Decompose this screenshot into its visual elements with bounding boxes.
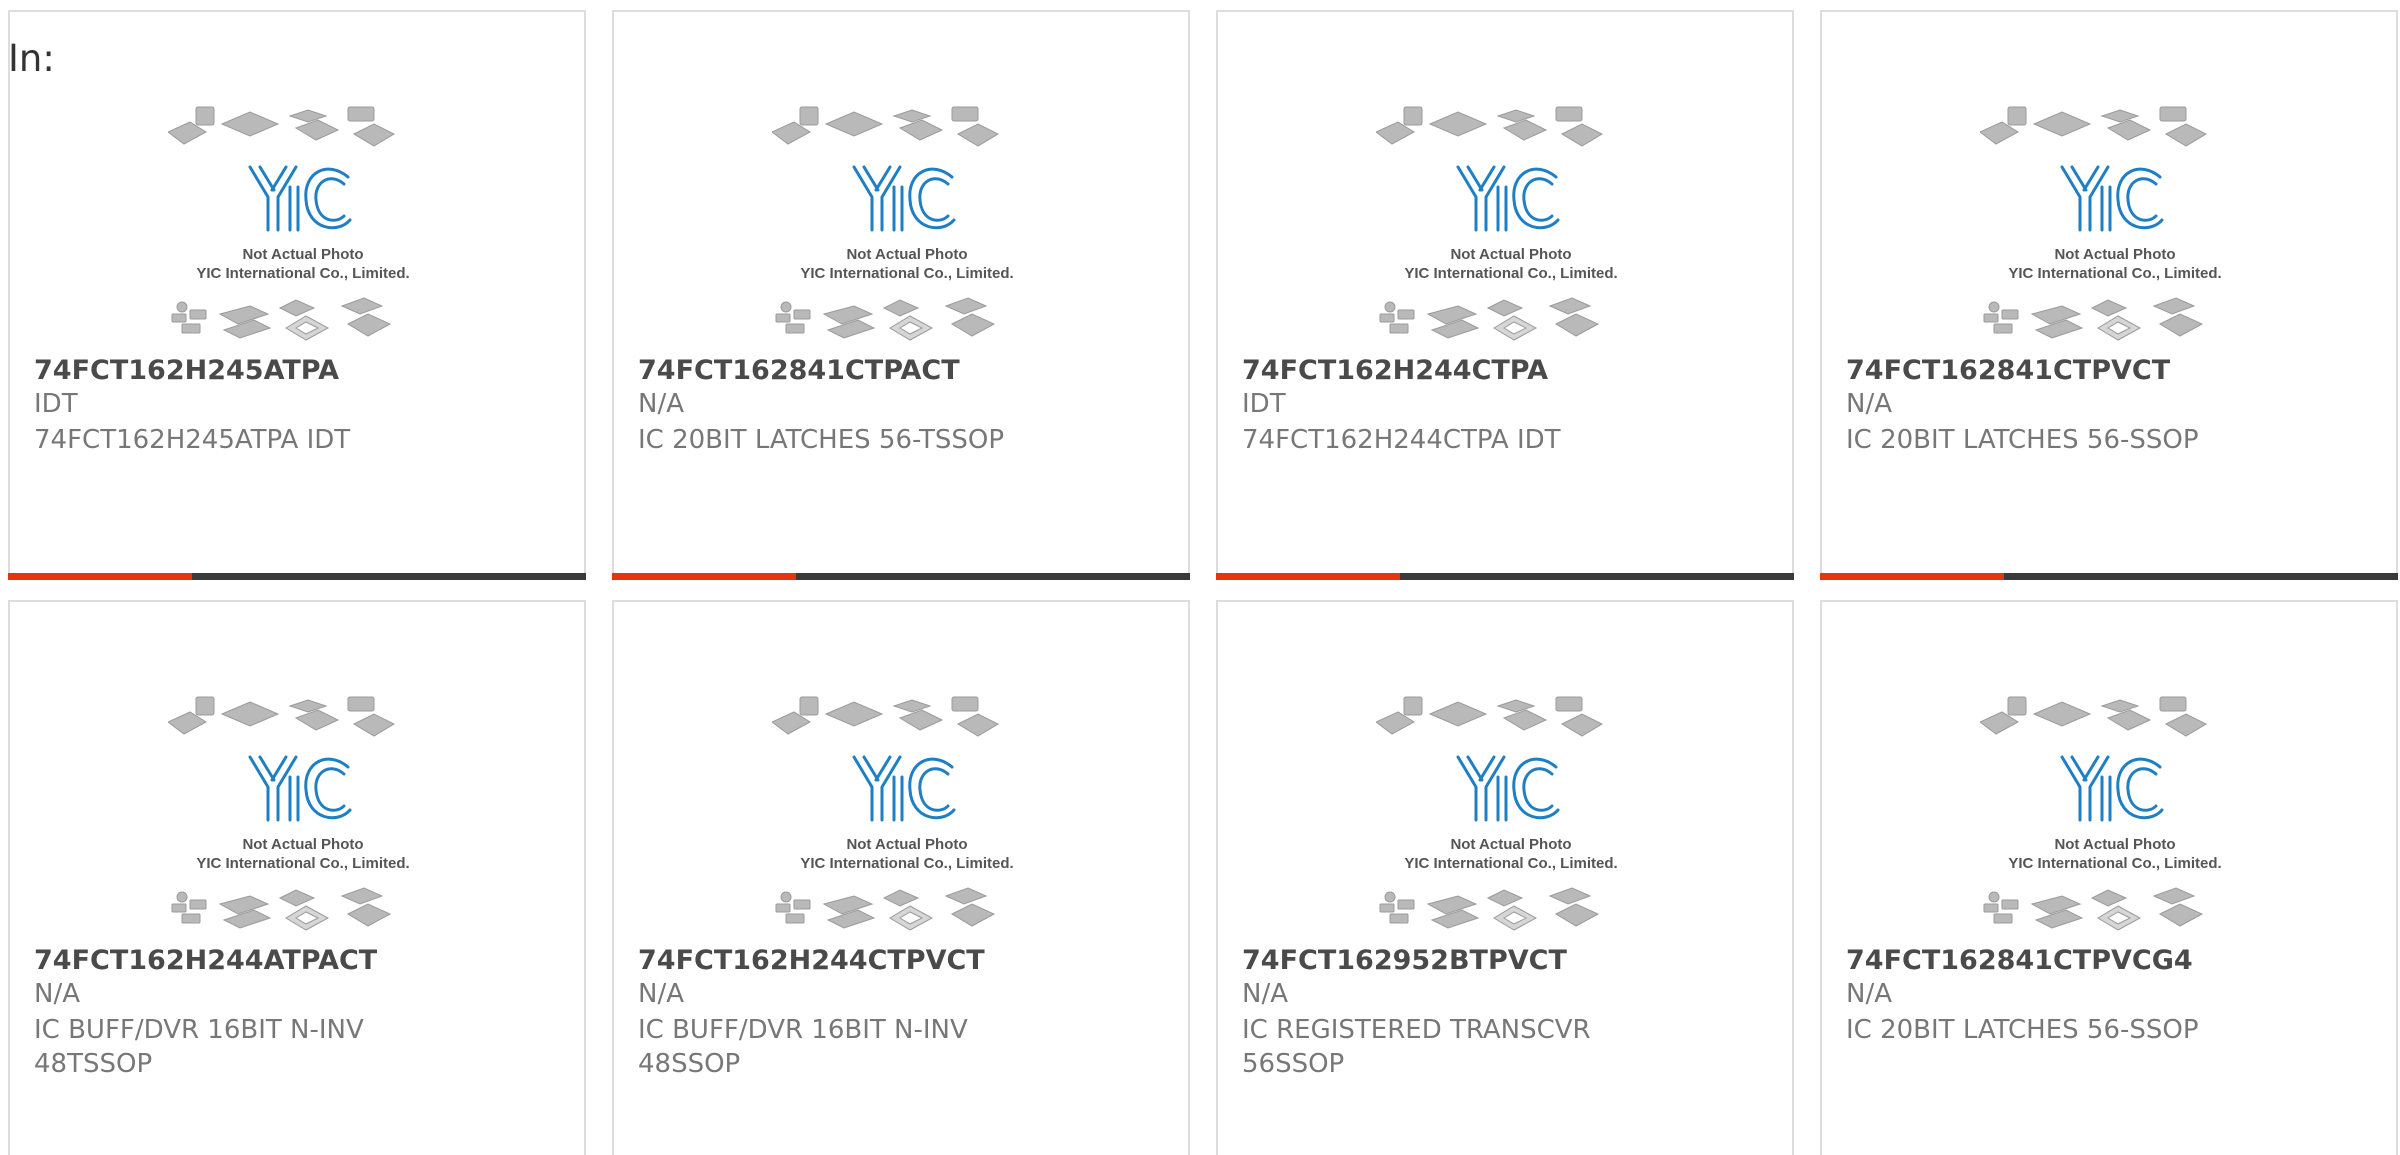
product-card[interactable]: Not Actual Photo YIC International Co., …	[612, 10, 1190, 580]
product-description: IC REGISTERED TRANSCVR 56SSOP	[1242, 1015, 1591, 1079]
photo-caption-line2: YIC International Co., Limited.	[196, 265, 409, 282]
product-description: IC BUFF/DVR 16BIT N-INV 48SSOP	[638, 1015, 968, 1079]
chip-icons-bottom	[171, 887, 392, 931]
product-manufacturer: IDT	[1242, 389, 1286, 419]
photo-caption-line1: Not Actual Photo	[2054, 836, 2175, 853]
product-grid: Not Actual Photo YIC International Co., …	[8, 10, 2400, 1155]
photo-caption-line2: YIC International Co., Limited.	[1404, 855, 1617, 872]
product-manufacturer: N/A	[638, 389, 684, 419]
product-manufacturer: N/A	[1846, 979, 1892, 1009]
product-part-number[interactable]: 74FCT162H244CTPVCT	[638, 945, 985, 976]
product-photo-placeholder: Not Actual Photo YIC International Co., …	[1980, 102, 2250, 347]
chip-icons-top	[168, 696, 396, 737]
chip-icons-bottom	[775, 887, 996, 931]
chip-icons-bottom	[775, 297, 996, 341]
photo-caption-line1: Not Actual Photo	[2054, 246, 2175, 263]
photo-caption-line2: YIC International Co., Limited.	[800, 855, 1013, 872]
yic-logo	[1456, 755, 1560, 822]
product-card[interactable]: Not Actual Photo YIC International Co., …	[1820, 600, 2398, 1155]
product-manufacturer: N/A	[34, 979, 80, 1009]
chip-icons-bottom	[1983, 297, 2204, 341]
product-card[interactable]: Not Actual Photo YIC International Co., …	[1216, 10, 1794, 580]
product-description: IC 20BIT LATCHES 56-SSOP	[1846, 425, 2199, 455]
product-card[interactable]: Not Actual Photo YIC International Co., …	[8, 10, 586, 580]
product-part-number[interactable]: 74FCT162952BTPVCT	[1242, 945, 1567, 976]
photo-caption-line2: YIC International Co., Limited.	[2008, 265, 2221, 282]
yic-logo	[852, 165, 956, 232]
product-card[interactable]: Not Actual Photo YIC International Co., …	[1216, 600, 1794, 1155]
product-photo-placeholder: Not Actual Photo YIC International Co., …	[772, 102, 1042, 347]
product-photo-placeholder: Not Actual Photo YIC International Co., …	[168, 102, 438, 347]
product-photo-placeholder: Not Actual Photo YIC International Co., …	[772, 692, 1042, 937]
product-card[interactable]: Not Actual Photo YIC International Co., …	[8, 600, 586, 1155]
product-part-number[interactable]: 74FCT162H245ATPA	[34, 355, 339, 386]
yic-logo	[2060, 755, 2164, 822]
chip-icons-bottom	[1983, 887, 2204, 931]
chip-icons-top	[1980, 106, 2208, 147]
product-manufacturer: IDT	[34, 389, 78, 419]
product-description: IC 20BIT LATCHES 56-TSSOP	[638, 425, 1005, 455]
product-photo-placeholder: Not Actual Photo YIC International Co., …	[168, 692, 438, 937]
card-bottom-bar	[8, 573, 586, 580]
chip-icons-bottom	[171, 297, 392, 341]
photo-caption-line1: Not Actual Photo	[1450, 246, 1571, 263]
chip-icons-top	[168, 106, 396, 147]
yic-logo	[1456, 165, 1560, 232]
yic-logo	[852, 755, 956, 822]
photo-caption-line1: Not Actual Photo	[846, 836, 967, 853]
product-part-number[interactable]: 74FCT162H244CTPA	[1242, 355, 1548, 386]
photo-caption-line1: Not Actual Photo	[242, 836, 363, 853]
product-card[interactable]: Not Actual Photo YIC International Co., …	[1820, 10, 2398, 580]
photo-caption-line1: Not Actual Photo	[1450, 836, 1571, 853]
product-part-number[interactable]: 74FCT162H244ATPACT	[34, 945, 377, 976]
product-description: IC BUFF/DVR 16BIT N-INV 48TSSOP	[34, 1015, 364, 1079]
card-bottom-bar	[1216, 573, 1794, 580]
chip-icons-top	[772, 696, 1000, 737]
card-bottom-bar-accent	[1216, 573, 1400, 580]
product-part-number[interactable]: 74FCT162841CTPVCG4	[1846, 945, 2193, 976]
card-bottom-bar	[612, 573, 1190, 580]
photo-caption-line2: YIC International Co., Limited.	[2008, 855, 2221, 872]
product-photo-placeholder: Not Actual Photo YIC International Co., …	[1980, 692, 2250, 937]
photo-caption-line1: Not Actual Photo	[846, 246, 967, 263]
page: In: Not Actual Photo YIC International C…	[0, 0, 2400, 1155]
yic-logo	[248, 755, 352, 822]
chip-icons-top	[1980, 696, 2208, 737]
product-photo-placeholder: Not Actual Photo YIC International Co., …	[1376, 102, 1646, 347]
card-bottom-bar	[1820, 573, 2398, 580]
photo-caption-line2: YIC International Co., Limited.	[1404, 265, 1617, 282]
product-part-number[interactable]: 74FCT162841CTPACT	[638, 355, 960, 386]
photo-caption-line1: Not Actual Photo	[242, 246, 363, 263]
card-bottom-bar-accent	[612, 573, 796, 580]
yic-logo	[2060, 165, 2164, 232]
product-description: IC 20BIT LATCHES 56-SSOP	[1846, 1015, 2199, 1045]
chip-icons-bottom	[1379, 887, 1600, 931]
section-heading: In:	[8, 37, 55, 80]
photo-caption-line2: YIC International Co., Limited.	[800, 265, 1013, 282]
card-bottom-bar-accent	[1820, 573, 2004, 580]
chip-icons-top	[1376, 106, 1604, 147]
product-description: 74FCT162H244CTPA IDT	[1242, 425, 1561, 455]
product-part-number[interactable]: 74FCT162841CTPVCT	[1846, 355, 2170, 386]
photo-caption-line2: YIC International Co., Limited.	[196, 855, 409, 872]
product-card[interactable]: Not Actual Photo YIC International Co., …	[612, 600, 1190, 1155]
product-manufacturer: N/A	[638, 979, 684, 1009]
yic-logo	[248, 165, 352, 232]
product-manufacturer: N/A	[1846, 389, 1892, 419]
chip-icons-top	[772, 106, 1000, 147]
chip-icons-top	[1376, 696, 1604, 737]
chip-icons-bottom	[1379, 297, 1600, 341]
card-bottom-bar-accent	[8, 573, 192, 580]
product-manufacturer: N/A	[1242, 979, 1288, 1009]
product-description: 74FCT162H245ATPA IDT	[34, 425, 351, 455]
product-photo-placeholder: Not Actual Photo YIC International Co., …	[1376, 692, 1646, 937]
